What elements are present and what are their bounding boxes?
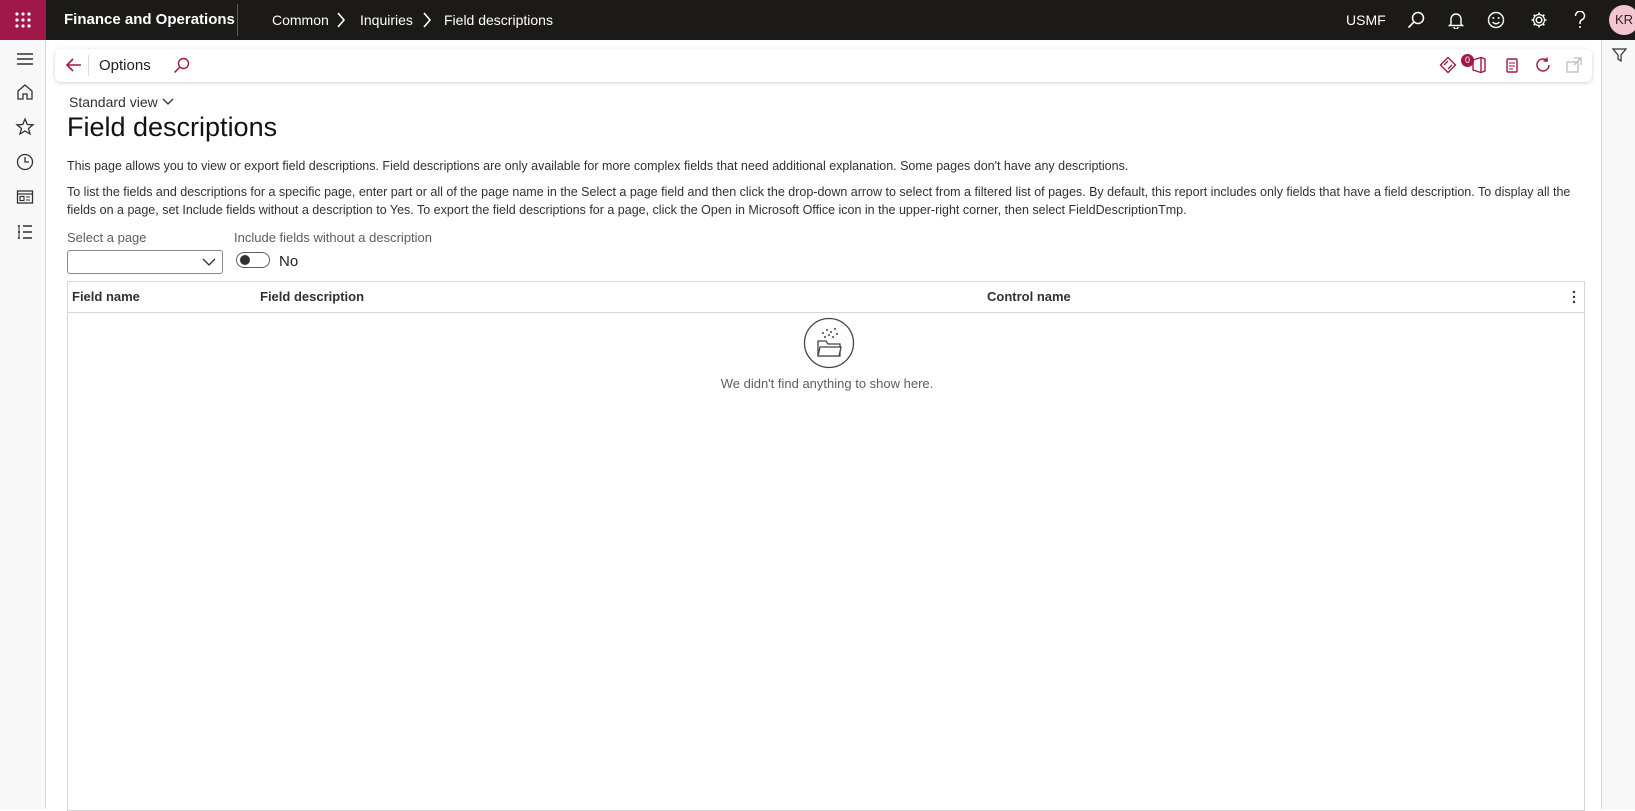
- chevron-down-icon[interactable]: [202, 257, 216, 267]
- chevron-right-icon: [337, 12, 346, 28]
- smiley-icon: [1487, 11, 1505, 29]
- view-selector[interactable]: Standard view: [69, 94, 174, 110]
- include-fields-label: Include fields without a description: [234, 230, 433, 245]
- chevron-right-icon: [423, 12, 432, 28]
- notifications-button[interactable]: [1444, 0, 1468, 40]
- search-icon: [1407, 11, 1425, 29]
- company-picker[interactable]: USMF: [1346, 0, 1386, 40]
- filter-icon[interactable]: [1612, 48, 1627, 62]
- column-header-control-name[interactable]: Control name: [987, 282, 1071, 312]
- app-launcher-button[interactable]: [0, 0, 46, 40]
- feedback-button[interactable]: [1484, 0, 1508, 40]
- left-navigation-pane: [0, 40, 46, 809]
- right-filter-pane: [1601, 40, 1635, 809]
- action-pane-divider: [88, 55, 89, 76]
- more-options-icon[interactable]: [1572, 290, 1576, 304]
- settings-button[interactable]: [1527, 0, 1551, 40]
- include-fields-value: No: [279, 253, 299, 270]
- breadcrumb-inquiries[interactable]: Inquiries: [360, 0, 413, 40]
- breadcrumb-field-descriptions[interactable]: Field descriptions: [444, 0, 553, 40]
- page-description-2: To list the fields and descriptions for …: [67, 185, 1571, 217]
- favorites-star-icon[interactable]: [15, 117, 35, 137]
- select-page-combobox[interactable]: [67, 250, 223, 274]
- field-descriptions-grid: Field name Field description Control nam…: [67, 281, 1585, 811]
- gear-icon: [1531, 12, 1547, 28]
- empty-grid-message: We didn't find anything to show here.: [720, 376, 934, 391]
- modules-list-icon[interactable]: [15, 222, 35, 242]
- column-header-field-description[interactable]: Field description: [260, 282, 364, 312]
- view-label: Standard view: [69, 94, 158, 110]
- help-icon: [1574, 11, 1586, 28]
- waffle-icon: [15, 12, 31, 28]
- power-apps-icon[interactable]: [1439, 56, 1457, 74]
- back-arrow-icon[interactable]: [65, 56, 83, 74]
- bell-icon: [1448, 13, 1464, 29]
- action-search-icon[interactable]: [173, 57, 190, 74]
- header-divider: [237, 4, 238, 36]
- breadcrumb-common[interactable]: Common: [272, 0, 329, 40]
- column-header-field-name[interactable]: Field name: [72, 282, 140, 312]
- include-fields-toggle[interactable]: [236, 252, 270, 268]
- open-new-window-icon[interactable]: [1565, 56, 1583, 74]
- select-page-label: Select a page: [67, 230, 147, 245]
- page-description-1: This page allows you to view or export f…: [67, 159, 1129, 173]
- grid-header: Field name Field description Control nam…: [68, 282, 1584, 313]
- workspaces-icon[interactable]: [15, 187, 35, 207]
- page-title: Field descriptions: [67, 112, 278, 142]
- recent-clock-icon[interactable]: [15, 152, 35, 172]
- chevron-down-icon: [162, 98, 174, 105]
- toggle-knob: [240, 255, 250, 265]
- app-name[interactable]: Finance and Operations: [64, 0, 235, 40]
- empty-folder-icon: [803, 317, 855, 369]
- options-tab[interactable]: Options: [99, 49, 151, 82]
- refresh-icon[interactable]: [1534, 56, 1552, 74]
- user-avatar[interactable]: KR: [1609, 5, 1635, 35]
- hamburger-menu-icon[interactable]: [15, 49, 35, 69]
- attachments-icon[interactable]: [1505, 56, 1519, 74]
- attachments-count-badge: 0: [1461, 54, 1474, 67]
- search-button[interactable]: [1404, 0, 1428, 40]
- action-pane: Options: [55, 49, 1592, 82]
- top-navigation-bar: Finance and Operations Common Inquiries …: [0, 0, 1635, 40]
- help-button[interactable]: [1568, 0, 1592, 40]
- home-icon[interactable]: [15, 82, 35, 102]
